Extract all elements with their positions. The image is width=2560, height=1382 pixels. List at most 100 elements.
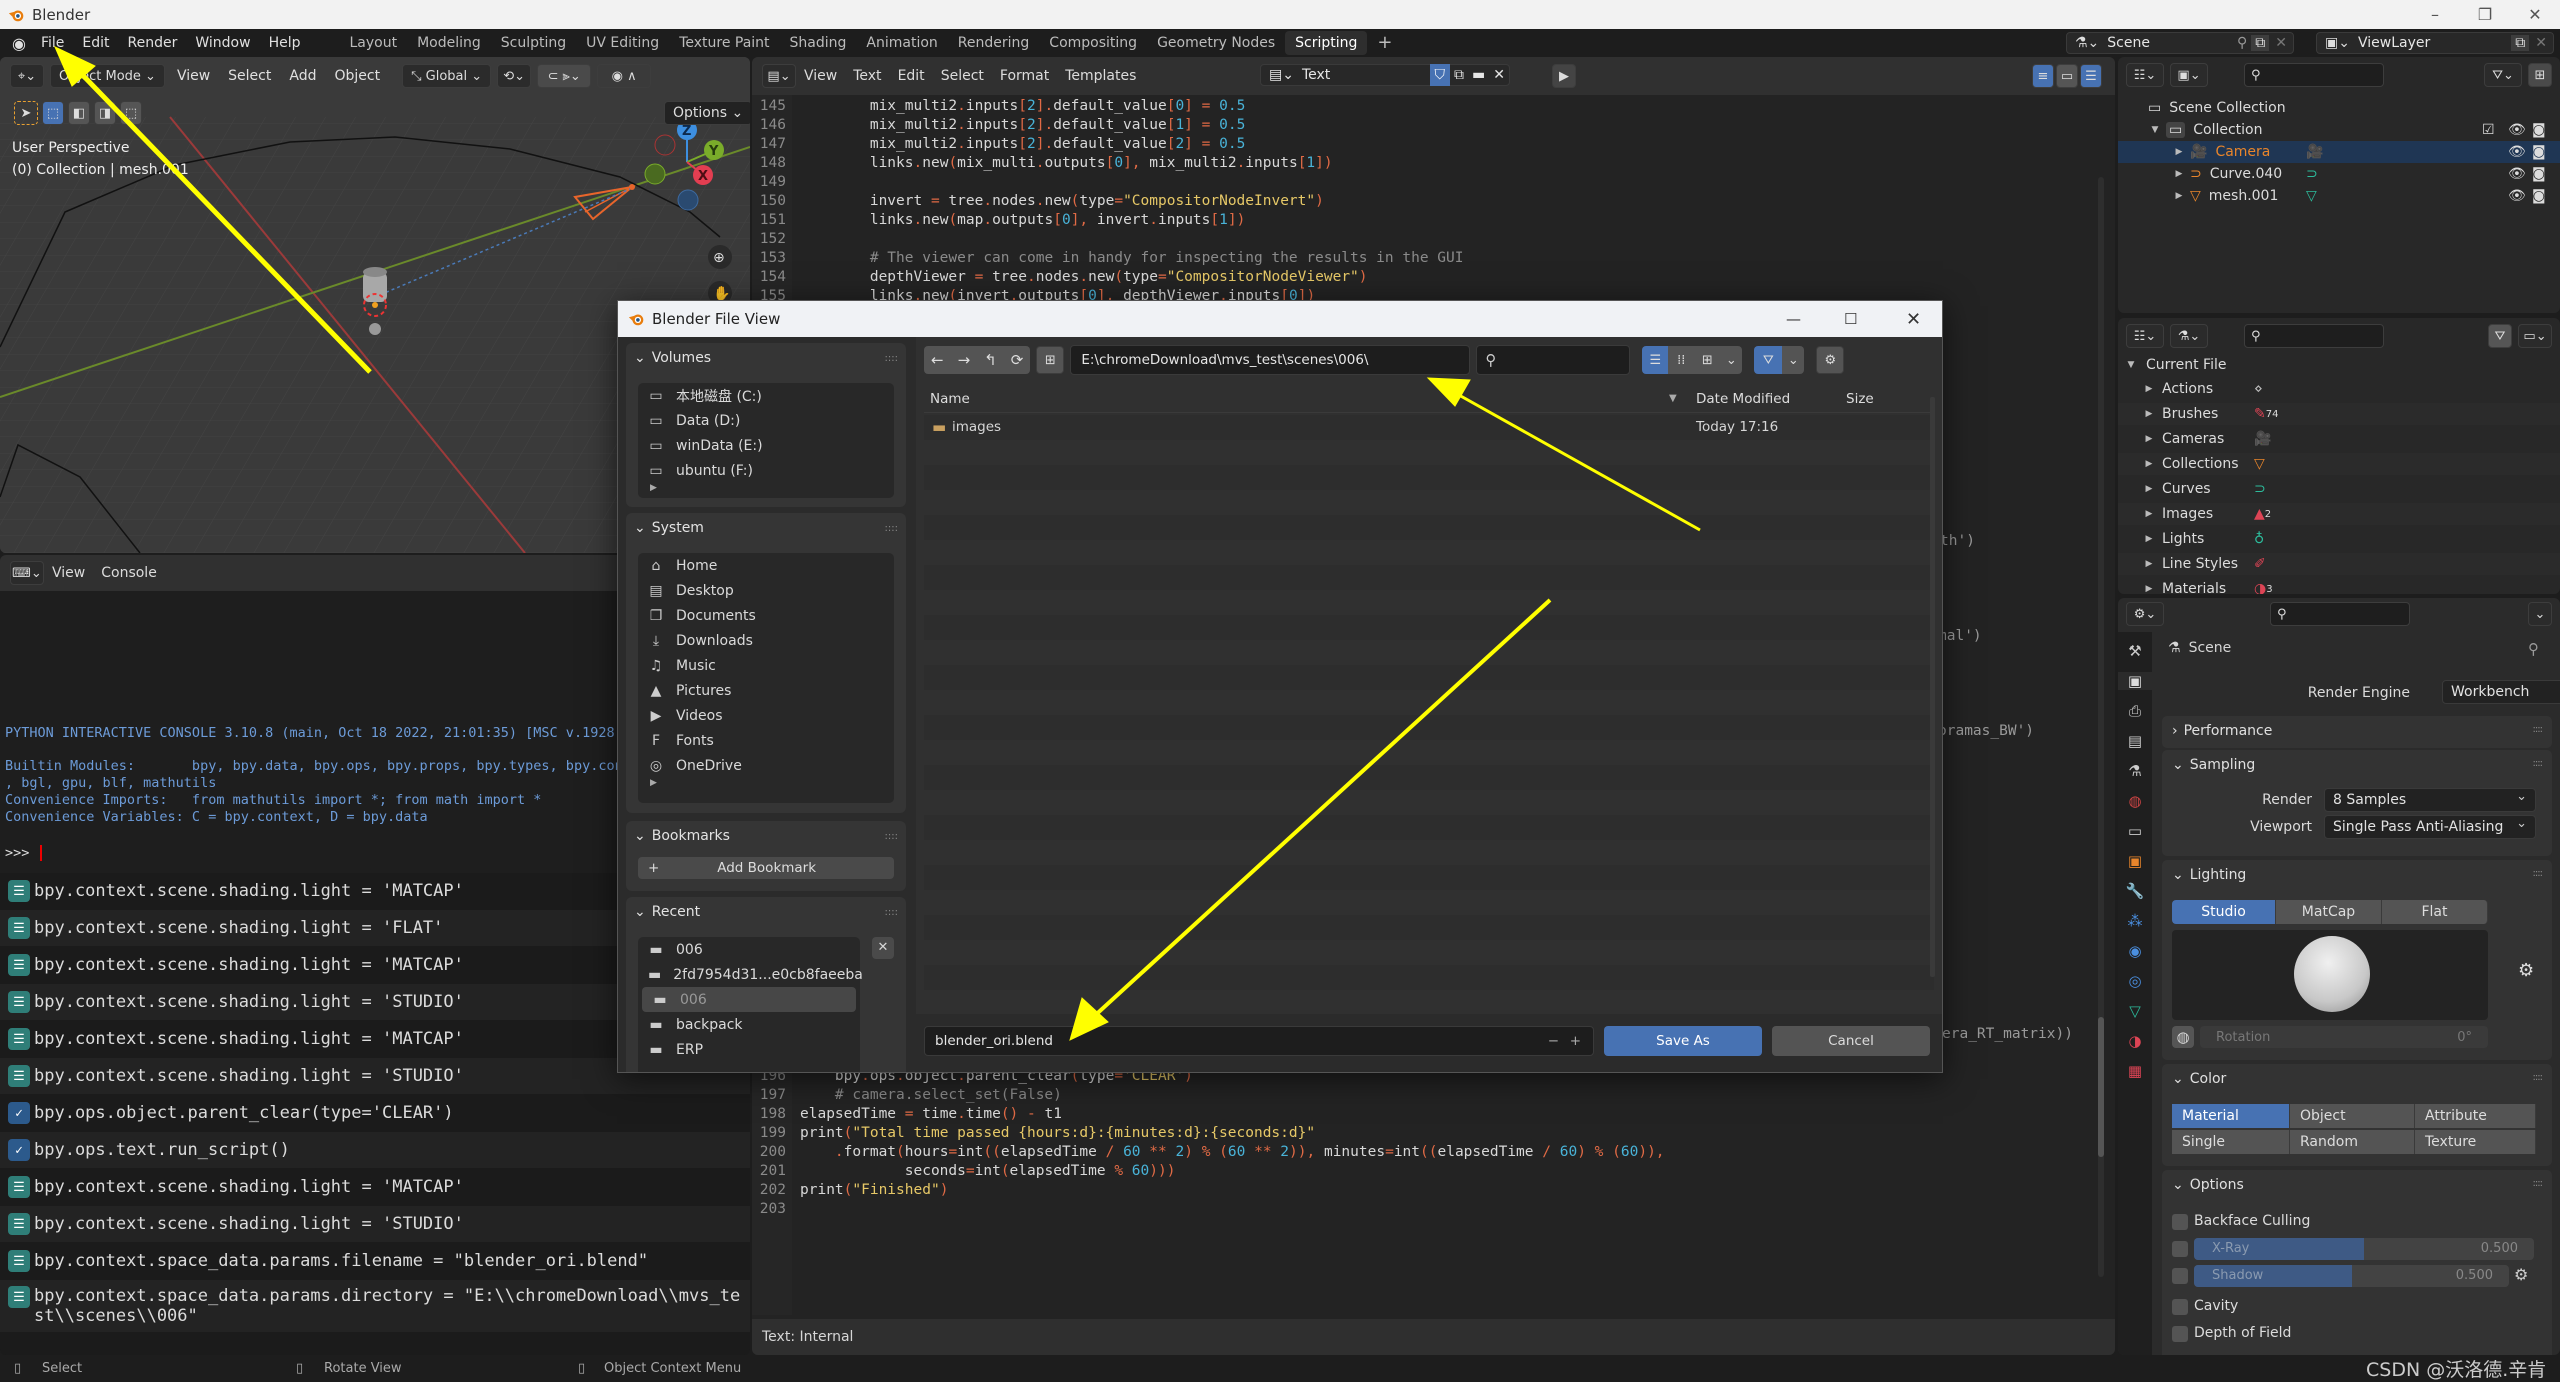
blend-data-brushes[interactable]: ▶ Brushes ✎ 74 xyxy=(2118,403,2560,425)
visibility-eye-icon[interactable]: 👁 xyxy=(2508,144,2526,160)
save-as-button[interactable]: Save As xyxy=(1604,1026,1762,1056)
add-bookmark-button[interactable]: + Add Bookmark xyxy=(638,857,894,879)
properties-editor[interactable]: ⚙⌄ ⚲ ⌄ ⚒ ▣ ⎙ ▤ ⚗ ◍ ▭ ▣ 🔧 ⁂ ◉ ◎ ▽ ◑ ▦ ⚗ Sc… xyxy=(2118,598,2560,1355)
render-camera-icon[interactable]: ◙ xyxy=(2532,166,2546,182)
scene-selector[interactable]: ⚗⌄ Scene ⚲ ⧉ ✕ xyxy=(2066,32,2294,54)
viewport-menu-add[interactable]: Add xyxy=(283,68,322,84)
display-settings-dropdown[interactable]: ⌄ xyxy=(1720,346,1743,374)
bookmarks-header[interactable]: ⌄ Bookmarks:::: xyxy=(626,821,906,851)
render-camera-icon[interactable]: ◙ xyxy=(2532,188,2546,204)
system-item-home[interactable]: ⌂ Home xyxy=(638,553,894,578)
clear-recent-button[interactable]: ✕ xyxy=(872,937,894,959)
volume-item[interactable]: ▭ ubuntu (F:) xyxy=(638,458,894,483)
editor-type-dropdown[interactable]: ⌨⌄ xyxy=(10,561,44,585)
recent-header[interactable]: ⌄ Recent:::: xyxy=(626,897,906,927)
expand-icon[interactable]: ▶ xyxy=(2172,169,2186,179)
history-item[interactable]: ✓ bpy.ops.object.parent_clear(type='CLEAR… xyxy=(0,1095,750,1131)
expand-icon[interactable]: ▶ xyxy=(2142,434,2156,444)
add-workspace-button[interactable]: + xyxy=(1367,31,1402,55)
workspace-tab-texture-paint[interactable]: Texture Paint xyxy=(669,31,779,55)
system-item-onedrive[interactable]: ◎ OneDrive xyxy=(638,753,894,778)
filter-dropdown[interactable]: ⛛⌄ xyxy=(2484,63,2522,87)
system-item-downloads[interactable]: ⤓ Downloads xyxy=(638,628,894,653)
expand-icon[interactable]: ▼ xyxy=(2148,125,2162,135)
workspace-tab-shading[interactable]: Shading xyxy=(780,31,857,55)
column-name[interactable]: Name xyxy=(930,391,970,407)
constraints-tab-icon[interactable]: ◎ xyxy=(2128,972,2141,990)
column-date-modified[interactable]: Date Modified xyxy=(1696,391,1790,407)
volume-item[interactable]: ▭ Data (D:) xyxy=(638,408,894,433)
system-item-fonts[interactable]: F Fonts xyxy=(638,728,894,753)
console-prompt[interactable]: >>> xyxy=(5,845,50,861)
file-list-scrollbar[interactable] xyxy=(1930,397,1935,977)
expand-icon[interactable]: ▶ xyxy=(2142,584,2156,594)
back-button[interactable]: ← xyxy=(924,351,951,369)
data-tab-icon[interactable]: ▽ xyxy=(2129,1002,2141,1020)
editor-type-dropdown[interactable]: ⌖⌄ xyxy=(10,64,44,88)
lighting-studio-button[interactable]: Studio xyxy=(2172,900,2276,924)
expand-icon[interactable]: ▶ xyxy=(2172,191,2186,201)
text-menu-view[interactable]: View xyxy=(796,68,845,84)
blend-data-line-styles[interactable]: ▶ Line Styles ✐ xyxy=(2118,553,2560,575)
dialog-close-button[interactable]: ✕ xyxy=(1906,309,1921,330)
workspace-tab-animation[interactable]: Animation xyxy=(856,31,947,55)
select-tool-icon[interactable]: ➤ xyxy=(14,101,38,125)
blend-data-cameras[interactable]: ▶ Cameras 🎥 xyxy=(2118,428,2560,450)
unlink-text-icon[interactable]: ✕ xyxy=(1489,67,1509,83)
filter-settings-dropdown[interactable]: ⌄ xyxy=(1782,346,1805,374)
volume-item[interactable]: ▭ winData (E:) xyxy=(638,433,894,458)
orientation-dropdown[interactable]: ⤡ Global ⌄ xyxy=(402,64,492,88)
new-view-layer-icon[interactable]: ⧉ xyxy=(2511,35,2530,51)
select-intersect-icon[interactable]: ⬚ xyxy=(120,101,142,125)
rotation-field[interactable]: Rotation 0° xyxy=(2200,1026,2488,1048)
studio-light-settings-icon[interactable]: ⚙ xyxy=(2518,960,2534,981)
settings-gear-button[interactable]: ⚙ xyxy=(1816,346,1845,374)
viewport-menu-object[interactable]: Object xyxy=(328,68,386,84)
filter-search-field[interactable]: ⚲ xyxy=(1476,345,1631,375)
color-single-button[interactable]: Single xyxy=(2172,1130,2290,1154)
tool-tab-icon[interactable]: ⚒ xyxy=(2128,642,2141,660)
physics-tab-icon[interactable]: ◉ xyxy=(2128,942,2141,960)
shadow-settings-icon[interactable]: ⚙ xyxy=(2514,1265,2528,1284)
visibility-eye-icon[interactable]: 👁 xyxy=(2508,166,2526,182)
system-item-videos[interactable]: ▶ Videos xyxy=(638,703,894,728)
view-layer-selector[interactable]: ▣⌄ ViewLayer ⧉ ✕ xyxy=(2316,32,2554,54)
visibility-eye-icon[interactable]: 👁 xyxy=(2508,188,2526,204)
blend-data-actions[interactable]: ▶ Actions ⋄ xyxy=(2118,378,2560,400)
workspace-tab-rendering[interactable]: Rendering xyxy=(948,31,1040,55)
new-folder-button[interactable]: ⊞ xyxy=(1036,346,1065,374)
vertical-list-view-button[interactable]: ☰ xyxy=(1642,346,1669,374)
pin-icon[interactable]: ⚲ xyxy=(2528,640,2539,658)
blend-filter-dropdown[interactable]: ▭⌄ xyxy=(2518,324,2552,348)
word-wrap-toggle[interactable]: ▭ xyxy=(2056,64,2078,88)
text-datablock-name[interactable]: Text xyxy=(1302,67,1430,83)
performance-panel[interactable]: › Performance:::: xyxy=(2162,716,2552,748)
outliner-row-curve[interactable]: ▶ ⊃ Curve.040 ⊃ 👁 ◙ xyxy=(2118,163,2560,185)
viewport-menu-select[interactable]: Select xyxy=(222,68,277,84)
filter-dropdown[interactable]: ⛛ xyxy=(2488,324,2512,348)
render-tab-icon[interactable]: ▣ xyxy=(2118,672,2152,690)
system-header[interactable]: ⌄ System:::: xyxy=(626,513,906,543)
blend-data-materials[interactable]: ▶ Materials ◑ 3 xyxy=(2118,578,2560,594)
material-tab-icon[interactable]: ◑ xyxy=(2128,1032,2141,1050)
history-item[interactable]: ☰ bpy.context.space_data.params.filename … xyxy=(0,1243,750,1279)
blend-data-images[interactable]: ▶ Images ▲ 2 xyxy=(2118,503,2560,525)
expand-icon[interactable]: ▶ xyxy=(2172,147,2186,157)
dialog-maximize-button[interactable]: ☐ xyxy=(1844,310,1857,328)
menu-help[interactable]: Help xyxy=(260,35,310,51)
console-menu-view[interactable]: View xyxy=(44,565,93,581)
lighting-flat-button[interactable]: Flat xyxy=(2382,900,2488,924)
particles-tab-icon[interactable]: ⁂ xyxy=(2128,912,2143,930)
directory-path-field[interactable]: E:\chromeDownload\mvs_test\scenes\006\ xyxy=(1070,345,1471,375)
expand-system-icon[interactable]: ▶ xyxy=(638,778,894,788)
outliner-row-mesh[interactable]: ▶ ▽ mesh.001 ▽ 👁 ◙ xyxy=(2118,185,2560,207)
history-item[interactable]: ☰ bpy.context.scene.shading.light = 'STUD… xyxy=(0,1206,750,1242)
restore-button[interactable]: ❐ xyxy=(2460,0,2510,29)
horizontal-list-view-button[interactable]: ⁞⁞ xyxy=(1668,346,1695,374)
outliner-row-scene-collection[interactable]: ▭ Scene Collection xyxy=(2118,97,2560,119)
pivot-dropdown[interactable]: ⟲⌄ xyxy=(497,64,532,88)
xray-slider[interactable]: X-Ray 0.500 xyxy=(2194,1238,2534,1260)
dialog-minimize-button[interactable]: — xyxy=(1786,310,1801,328)
text-menu-select[interactable]: Select xyxy=(933,68,992,84)
text-scrollbar[interactable] xyxy=(2098,177,2104,1277)
